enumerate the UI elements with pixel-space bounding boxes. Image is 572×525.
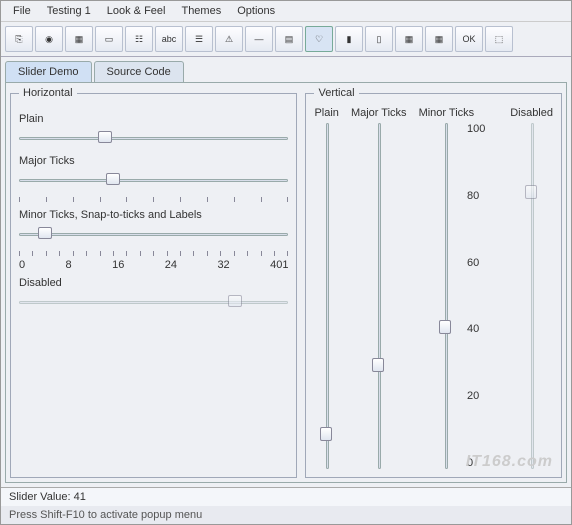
toolbar-button-9[interactable]: ▤ — [275, 26, 303, 52]
slider-thumb — [228, 295, 242, 307]
menu-options[interactable]: Options — [229, 3, 283, 19]
toolbar-button-1[interactable]: ◉ — [35, 26, 63, 52]
menu-file[interactable]: File — [5, 3, 39, 19]
horizontal-slider-2[interactable] — [19, 225, 288, 243]
slider-thumb[interactable] — [372, 358, 384, 372]
toolbar-button-4[interactable]: ☷ — [125, 26, 153, 52]
menu-themes[interactable]: Themes — [173, 3, 229, 19]
slider-label: Minor Ticks, Snap-to-ticks and Labels — [19, 209, 288, 221]
content-area: Horizontal Plain Major Ticks Minor Ticks, … — [5, 82, 567, 483]
slider-thumb[interactable] — [38, 227, 52, 239]
vertical-legend: Vertical — [314, 87, 358, 99]
toolbar-button-15[interactable]: OK — [455, 26, 483, 52]
vcol-label: Plain — [314, 107, 338, 119]
menubar: FileTesting 1Look & FeelThemesOptions — [1, 1, 571, 22]
toolbar-button-8[interactable]: — — [245, 26, 273, 52]
horizontal-group: Horizontal Plain Major Ticks Minor Ticks, … — [10, 87, 297, 478]
vertical-group: Vertical Plain Major Ticks Minor Ticks 1008… — [305, 87, 562, 478]
vertical-slider-0[interactable] — [318, 123, 336, 469]
horizontal-slider-3 — [19, 293, 288, 311]
slider-label: Plain — [19, 113, 288, 125]
toolbar-button-11[interactable]: ▮ — [335, 26, 363, 52]
vertical-slider-3 — [523, 123, 541, 469]
horizontal-slider-0[interactable] — [19, 129, 288, 147]
tab-strip: Slider DemoSource Code — [1, 57, 571, 82]
vcol-label: Major Ticks — [351, 107, 407, 119]
slider-thumb[interactable] — [439, 320, 451, 334]
vertical-slider-1[interactable] — [370, 123, 388, 469]
toolbar-button-3[interactable]: ▭ — [95, 26, 123, 52]
horizontal-legend: Horizontal — [19, 87, 77, 99]
footer-hint: Press Shift-F10 to activate popup menu — [1, 506, 571, 524]
toolbar-button-12[interactable]: ▯ — [365, 26, 393, 52]
toolbar-button-10[interactable]: ♡ — [305, 26, 333, 52]
horizontal-slider-1[interactable] — [19, 171, 288, 189]
slider-label: Disabled — [19, 277, 288, 289]
vcol-label: Minor Ticks — [419, 107, 475, 119]
toolbar: ⎘◉▦▭☷abc☰⚠—▤♡▮▯▦▦OK⬚ — [1, 22, 571, 57]
toolbar-button-6[interactable]: ☰ — [185, 26, 213, 52]
vertical-slider-2[interactable]: 100806040200 — [437, 123, 455, 469]
menu-look-feel[interactable]: Look & Feel — [99, 3, 174, 19]
toolbar-button-13[interactable]: ▦ — [395, 26, 423, 52]
status-bar: Slider Value: 41 — [1, 487, 571, 506]
slider-thumb[interactable] — [98, 131, 112, 143]
tab-source-code[interactable]: Source Code — [94, 61, 184, 82]
slider-thumb[interactable] — [320, 427, 332, 441]
toolbar-button-5[interactable]: abc — [155, 26, 183, 52]
toolbar-button-16[interactable]: ⬚ — [485, 26, 513, 52]
slider-thumb — [525, 185, 537, 199]
toolbar-button-0[interactable]: ⎘ — [5, 26, 33, 52]
slider-thumb[interactable] — [106, 173, 120, 185]
toolbar-button-7[interactable]: ⚠ — [215, 26, 243, 52]
tab-slider-demo[interactable]: Slider Demo — [5, 61, 92, 82]
watermark: IT168.com — [466, 453, 553, 471]
slider-label: Major Ticks — [19, 155, 288, 167]
vcol-label: Disabled — [510, 107, 553, 119]
menu-testing-1[interactable]: Testing 1 — [39, 3, 99, 19]
toolbar-button-14[interactable]: ▦ — [425, 26, 453, 52]
toolbar-button-2[interactable]: ▦ — [65, 26, 93, 52]
